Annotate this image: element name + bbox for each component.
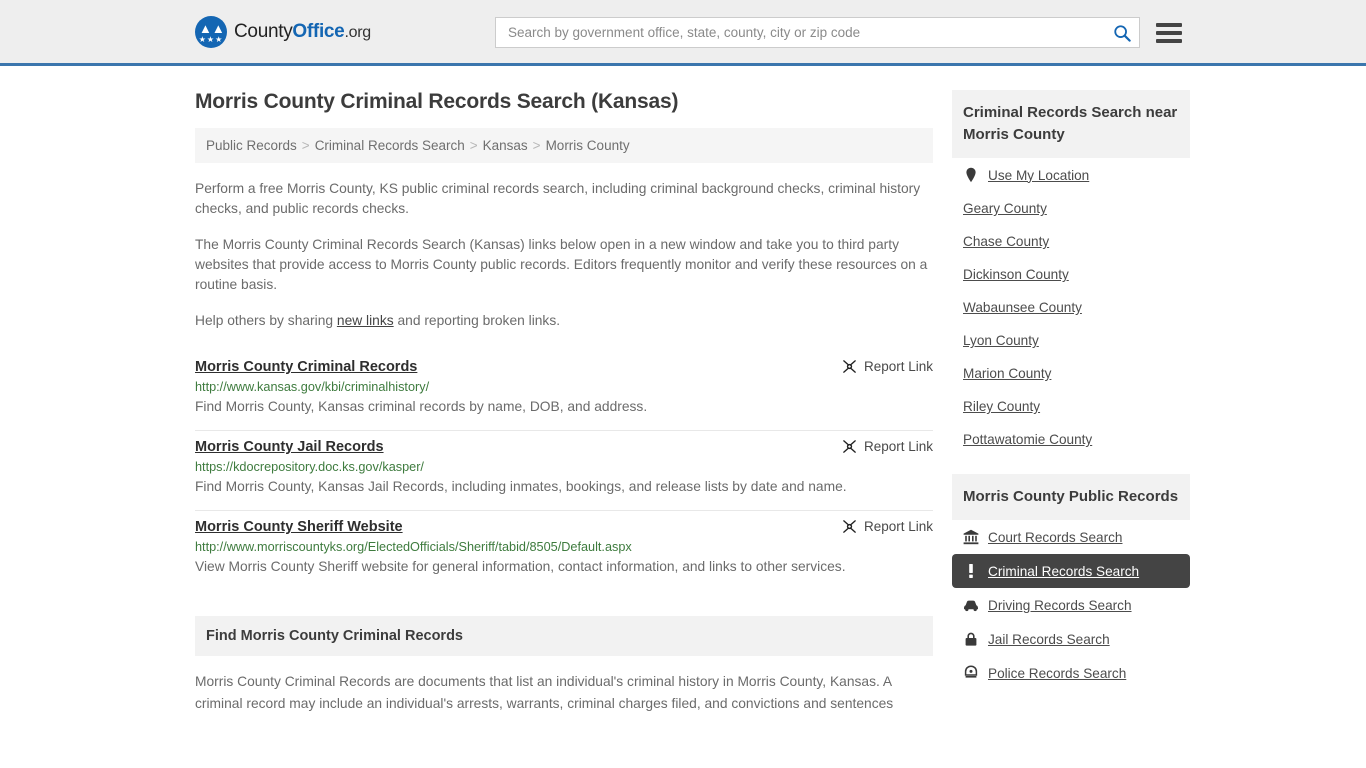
sidebar-public-records-heading: Morris County Public Records	[952, 474, 1190, 520]
site-logo[interactable]: ▲▲ ★★★ CountyOffice.org	[195, 15, 371, 48]
logo-wordmark: CountyOffice.org	[234, 21, 371, 43]
sidebar-item-label[interactable]: Jail Records Search	[988, 632, 1110, 647]
result-title-link[interactable]: Morris County Criminal Records	[195, 359, 417, 375]
breadcrumb: Public Records > Criminal Records Search > K…	[195, 128, 933, 163]
police-badge-icon	[964, 665, 978, 678]
find-records-body: Morris County Criminal Records are docum…	[195, 674, 894, 711]
find-records-section: Find Morris County Criminal Records Morr…	[195, 616, 933, 715]
breadcrumb-separator: >	[469, 138, 478, 153]
sidebar-item-wabaunsee-county[interactable]: Wabaunsee County	[952, 291, 1190, 324]
sidebar-item-driving-records-search[interactable]: Driving Records Search	[952, 588, 1190, 622]
sidebar-item-lyon-county[interactable]: Lyon County	[952, 324, 1190, 357]
result-url[interactable]: http://www.morriscountyks.org/ElectedOff…	[195, 540, 933, 554]
sidebar-item-pottawatomie-county[interactable]: Pottawatomie County	[952, 423, 1190, 456]
sidebar: Criminal Records Search near Morris Coun…	[952, 90, 1190, 715]
intro-p3-before: Help others by sharing	[195, 313, 337, 328]
report-link-label: Report Link	[863, 439, 933, 454]
hamburger-menu-icon[interactable]	[1156, 22, 1182, 43]
sidebar-item-label[interactable]: Wabaunsee County	[963, 300, 1082, 315]
broken-link-icon	[843, 440, 856, 453]
sidebar-item-label[interactable]: Police Records Search	[988, 666, 1126, 681]
sidebar-item-chase-county[interactable]: Chase County	[952, 225, 1190, 258]
page-title: Morris County Criminal Records Search (K…	[195, 90, 679, 113]
result-description: View Morris County Sheriff website for g…	[195, 559, 846, 574]
logo-text-office: Office	[292, 20, 345, 42]
sidebar-item-label[interactable]: Dickinson County	[963, 267, 1069, 282]
sidebar-item-label[interactable]: Lyon County	[963, 333, 1039, 348]
sidebar-item-label[interactable]: Riley County	[963, 399, 1040, 414]
intro-paragraph-3: Help others by sharing new links and rep…	[195, 311, 933, 331]
intro-text: Perform a free Morris County, KS public …	[195, 179, 933, 331]
result-title-link[interactable]: Morris County Sheriff Website	[195, 519, 403, 535]
sidebar-item-geary-county[interactable]: Geary County	[952, 192, 1190, 225]
sidebar-item-jail-records-search[interactable]: Jail Records Search	[952, 622, 1190, 656]
sidebar-nearby-block: Criminal Records Search near Morris Coun…	[952, 90, 1190, 456]
intro-p3-after: and reporting broken links.	[393, 313, 561, 328]
search-input[interactable]	[506, 18, 1109, 47]
broken-link-icon	[843, 520, 856, 533]
result-item: Morris County Sheriff Website Report Lin…	[195, 511, 933, 590]
sidebar-item-label[interactable]: Marion County	[963, 366, 1051, 381]
exclamation-icon	[969, 564, 973, 578]
result-description: Find Morris County, Kansas Jail Records,…	[195, 479, 847, 494]
sidebar-nearby-heading: Criminal Records Search near Morris Coun…	[952, 90, 1190, 158]
sidebar-item-dickinson-county[interactable]: Dickinson County	[952, 258, 1190, 291]
broken-link-icon	[843, 360, 856, 373]
sidebar-item-criminal-records-search[interactable]: Criminal Records Search	[952, 554, 1190, 588]
sidebar-public-records-list: Court Records Search Criminal Records Se…	[952, 520, 1190, 690]
courthouse-icon	[963, 529, 979, 545]
report-link-button[interactable]: Report Link	[842, 439, 933, 454]
report-link-button[interactable]: Report Link	[842, 519, 933, 534]
result-title-link[interactable]: Morris County Jail Records	[195, 439, 384, 455]
breadcrumb-item-criminal-records-search[interactable]: Criminal Records Search	[315, 138, 465, 153]
logo-text-county: County	[234, 20, 293, 42]
search-box[interactable]	[495, 17, 1140, 48]
result-item: Morris County Jail Records Report Link h…	[195, 431, 933, 511]
map-pin-icon	[966, 167, 976, 183]
new-links-link[interactable]: new links	[337, 313, 394, 328]
breadcrumb-item-public-records[interactable]: Public Records	[206, 138, 297, 153]
sidebar-item-label[interactable]: Use My Location	[988, 168, 1089, 183]
find-records-heading: Find Morris County Criminal Records	[195, 616, 933, 656]
report-link-label: Report Link	[863, 519, 933, 534]
intro-paragraph-1: Perform a free Morris County, KS public …	[195, 181, 921, 216]
sidebar-item-label[interactable]: Criminal Records Search	[988, 564, 1139, 579]
breadcrumb-item-kansas[interactable]: Kansas	[483, 138, 528, 153]
sidebar-item-police-records-search[interactable]: Police Records Search	[952, 656, 1190, 690]
breadcrumb-item-morris-county[interactable]: Morris County	[546, 138, 630, 153]
breadcrumb-separator: >	[301, 138, 310, 153]
result-item: Morris County Criminal Records Report Li…	[195, 351, 933, 431]
sidebar-nearby-list: Use My Location Geary County Chase Count…	[952, 158, 1190, 456]
result-url[interactable]: https://kdocrepository.doc.ks.gov/kasper…	[195, 460, 933, 474]
sidebar-item-label[interactable]: Chase County	[963, 234, 1049, 249]
breadcrumb-separator: >	[532, 138, 541, 153]
sidebar-item-riley-county[interactable]: Riley County	[952, 390, 1190, 423]
sidebar-item-label[interactable]: Pottawatomie County	[963, 432, 1092, 447]
sidebar-item-label[interactable]: Court Records Search	[988, 530, 1122, 545]
sidebar-item-use-my-location[interactable]: Use My Location	[952, 158, 1190, 192]
sidebar-item-label[interactable]: Geary County	[963, 201, 1047, 216]
page-body: Morris County Criminal Records Search (K…	[0, 66, 1366, 715]
search-icon[interactable]	[1113, 24, 1131, 42]
result-description: Find Morris County, Kansas criminal reco…	[195, 399, 648, 414]
report-link-label: Report Link	[863, 359, 933, 374]
sidebar-item-label[interactable]: Driving Records Search	[988, 598, 1132, 613]
report-link-button[interactable]: Report Link	[842, 359, 933, 374]
car-icon	[964, 600, 978, 612]
main-content: Morris County Criminal Records Search (K…	[195, 66, 933, 715]
sidebar-public-records-block: Morris County Public Records Court Recor…	[952, 474, 1190, 690]
lock-icon	[965, 632, 977, 646]
result-url[interactable]: http://www.kansas.gov/kbi/criminalhistor…	[195, 380, 933, 394]
intro-paragraph-2: The Morris County Criminal Records Searc…	[195, 237, 928, 292]
sidebar-item-court-records-search[interactable]: Court Records Search	[952, 520, 1190, 554]
link-results-list: Morris County Criminal Records Report Li…	[195, 351, 933, 590]
logo-text-org: .org	[344, 23, 371, 41]
header-search-area	[495, 17, 1182, 48]
sidebar-item-marion-county[interactable]: Marion County	[952, 357, 1190, 390]
site-header: ▲▲ ★★★ CountyOffice.org	[0, 0, 1366, 66]
eagle-shield-icon: ▲▲ ★★★	[195, 15, 227, 48]
